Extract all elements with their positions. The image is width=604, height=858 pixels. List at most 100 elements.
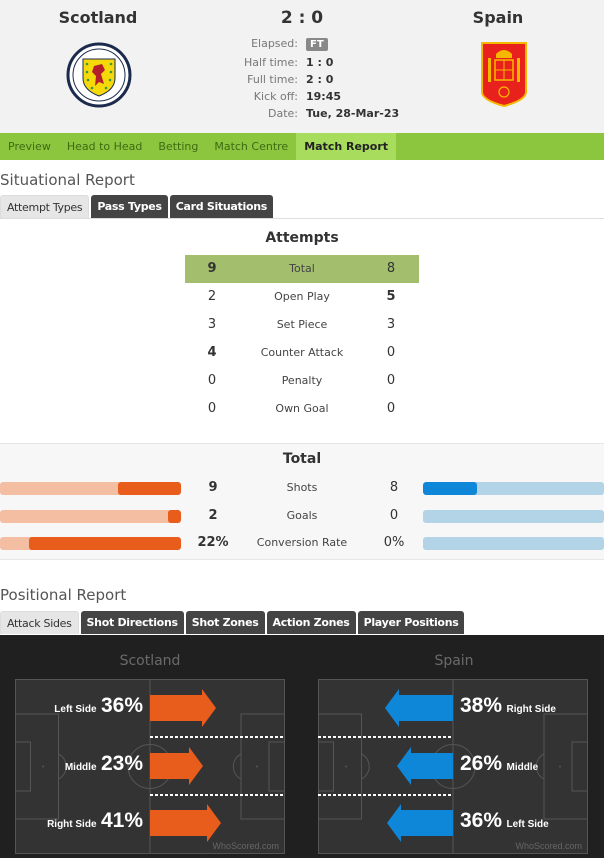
status-badge: FT xyxy=(306,38,328,51)
away-bar-fill xyxy=(423,482,478,495)
attack-arrow-right-side xyxy=(385,689,453,727)
attempts-row: 3 Set Piece 3 xyxy=(185,311,419,339)
totals-row: 9 Shots 8 xyxy=(0,480,604,500)
home-value: 2 xyxy=(207,289,217,304)
positional-report-title: Positional Report xyxy=(0,586,127,604)
info-value: 2 : 0 xyxy=(306,73,334,86)
scotland-crest-icon[interactable] xyxy=(66,42,132,112)
home-attack-pitch: Left Side 36% Middle 23% Right Side 41% Who… xyxy=(15,679,285,854)
side-name: Right Side xyxy=(47,819,97,830)
home-pitch-title: Scotland xyxy=(119,653,181,669)
home-value: 3 xyxy=(207,317,217,332)
match-header: Scotland 2 : 0 Spain Elapsed: FT Half ti… xyxy=(0,0,604,133)
tab-card-situations[interactable]: Card Situations xyxy=(169,195,274,218)
home-value: 0 xyxy=(207,373,217,388)
home-value: 9 xyxy=(207,261,217,276)
side-name: Middle xyxy=(64,762,97,773)
info-date: Date: Tue, 28-Mar-23 xyxy=(200,107,460,124)
away-bar xyxy=(423,509,604,523)
positional-tabs: Attack Sides Shot Directions Shot Zones … xyxy=(0,611,465,634)
spain-crest-icon[interactable] xyxy=(480,40,528,112)
away-value: 8 xyxy=(386,261,396,276)
row-label: Penalty xyxy=(281,374,323,387)
info-elapsed: Elapsed: FT xyxy=(200,37,460,54)
side-name: Middle xyxy=(506,762,539,773)
info-value: Tue, 28-Mar-23 xyxy=(306,107,400,120)
tab-player-positions[interactable]: Player Positions xyxy=(357,611,465,634)
attack-side-label: 38% Right Side xyxy=(460,694,556,718)
match-nav: Preview Head to Head Betting Match Centr… xyxy=(0,133,604,160)
side-percent: 23% xyxy=(100,752,143,775)
info-value: 1 : 0 xyxy=(306,56,334,69)
tab-attack-sides[interactable]: Attack Sides xyxy=(0,611,79,634)
info-half-time: Half time: 1 : 0 xyxy=(200,56,460,73)
tab-betting[interactable]: Betting xyxy=(150,133,206,160)
side-percent: 38% xyxy=(460,694,503,717)
attack-side-label: Right Side 41% xyxy=(47,809,143,833)
away-team-name[interactable]: Spain xyxy=(418,8,578,27)
away-value: 0 xyxy=(386,345,396,360)
info-label: Kick off: xyxy=(253,90,298,103)
side-name: Left Side xyxy=(54,704,97,715)
home-value: 2 xyxy=(208,507,218,523)
home-value: 0 xyxy=(207,401,217,416)
match-score: 2 : 0 xyxy=(280,8,324,28)
away-value: 3 xyxy=(386,317,396,332)
tab-shot-directions[interactable]: Shot Directions xyxy=(80,611,184,634)
home-value: 4 xyxy=(207,345,217,360)
totals-row: 2 Goals 0 xyxy=(0,508,604,528)
tab-head-to-head[interactable]: Head to Head xyxy=(59,133,151,160)
tab-action-zones[interactable]: Action Zones xyxy=(266,611,356,634)
side-percent: 26% xyxy=(460,752,503,775)
side-percent: 41% xyxy=(100,809,143,832)
tab-pass-types[interactable]: Pass Types xyxy=(91,195,168,218)
row-label: Counter Attack xyxy=(260,346,344,359)
info-full-time: Full time: 2 : 0 xyxy=(200,73,460,90)
tab-attempt-types[interactable]: Attempt Types xyxy=(0,195,90,218)
home-value: 9 xyxy=(208,480,218,495)
home-bar xyxy=(0,537,181,550)
situational-report-title: Situational Report xyxy=(0,171,135,189)
home-bar-fill xyxy=(28,537,181,550)
totals-title: Total xyxy=(282,451,322,467)
home-value: 22% xyxy=(197,535,229,550)
attack-arrow-left-side xyxy=(387,804,453,842)
home-bar xyxy=(0,509,181,523)
attempts-title: Attempts xyxy=(265,230,339,246)
attack-side-label: 26% Middle xyxy=(460,752,538,776)
whoscored-watermark: WhoScored.com xyxy=(515,841,582,851)
attack-arrow-right-side xyxy=(150,804,221,842)
away-value: 0 xyxy=(386,401,396,416)
tab-shot-zones[interactable]: Shot Zones xyxy=(185,611,265,634)
home-bar-fill xyxy=(168,509,181,523)
info-label: Elapsed: xyxy=(251,37,298,50)
away-attack-pitch: 38% Right Side 26% Middle 36% Left Side Who… xyxy=(318,679,588,854)
attempts-row: 2 Open Play 5 xyxy=(185,283,419,311)
attempts-row: 4 Counter Attack 0 xyxy=(185,339,419,367)
row-label: Shots xyxy=(286,481,318,494)
row-label: Open Play xyxy=(274,290,330,303)
info-label: Date: xyxy=(268,107,298,120)
row-label: Own Goal xyxy=(275,402,329,415)
tab-match-report[interactable]: Match Report xyxy=(296,133,397,160)
tab-match-centre[interactable]: Match Centre xyxy=(206,133,296,160)
attack-arrow-middle xyxy=(397,747,453,785)
info-label: Half time: xyxy=(244,56,298,69)
away-value: 5 xyxy=(386,289,396,304)
row-label: Goals xyxy=(286,508,318,522)
away-value: 0 xyxy=(386,373,396,388)
tab-preview[interactable]: Preview xyxy=(0,133,59,160)
home-bar-fill xyxy=(117,482,181,495)
home-team-name[interactable]: Scotland xyxy=(18,8,178,27)
attack-side-label: Middle 23% xyxy=(65,752,143,776)
attack-arrow-middle xyxy=(150,747,203,785)
side-name: Left Side xyxy=(506,819,549,830)
home-bar xyxy=(0,482,181,495)
row-label: Total xyxy=(289,262,315,275)
info-kick-off: Kick off: 19:45 xyxy=(200,90,460,107)
row-label: Conversion Rate xyxy=(256,536,348,549)
away-bar xyxy=(423,537,604,550)
info-value: 19:45 xyxy=(306,90,342,103)
attack-side-label: 36% Left Side xyxy=(460,809,549,833)
away-value: 0 xyxy=(389,507,399,523)
